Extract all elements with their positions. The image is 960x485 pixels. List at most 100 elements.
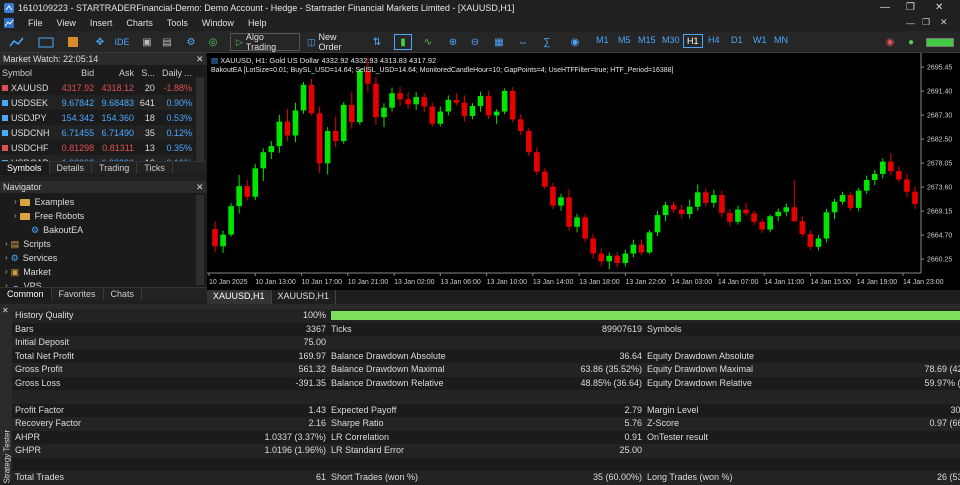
- menu-item-window[interactable]: Window: [202, 18, 234, 28]
- candlestick-icon[interactable]: ▮: [394, 34, 412, 50]
- alerts-icon[interactable]: ◉: [884, 34, 896, 50]
- navigator-scrollbar[interactable]: [196, 195, 204, 285]
- stat-label: Gross Profit: [15, 364, 63, 374]
- tab-symbols[interactable]: Symbols: [0, 162, 50, 174]
- new-chart-icon[interactable]: [8, 34, 28, 50]
- market-watch-scrollbar[interactable]: [196, 77, 204, 161]
- chart-tab[interactable]: XAUUSD,H1: [272, 290, 337, 304]
- col-ask[interactable]: Ask: [96, 65, 136, 80]
- tester-icon[interactable]: ⚙: [184, 34, 198, 50]
- symbol-cell: USDCHF: [0, 140, 56, 155]
- candle-body: [525, 131, 532, 153]
- tf-m15[interactable]: M15: [638, 35, 656, 45]
- mdi-minimize-icon[interactable]: —: [906, 18, 915, 28]
- menu-item-tools[interactable]: Tools: [167, 18, 188, 28]
- navigator-icon[interactable]: ✥: [92, 34, 108, 50]
- ide-button[interactable]: IDE: [112, 34, 132, 50]
- data-window-icon[interactable]: ▤: [160, 34, 174, 50]
- navigator-item[interactable]: › ▣ Market: [0, 265, 196, 279]
- chart-tab[interactable]: XAUUSD,H1: [207, 290, 272, 304]
- tf-w1[interactable]: W1: [753, 35, 767, 45]
- time-tick-label: 13 Jan 10:00: [487, 279, 528, 286]
- menu-item-help[interactable]: Help: [248, 18, 267, 28]
- stat-label: LR Correlation: [331, 431, 390, 442]
- tester-side-bar: ✕ Strategy Tester: [0, 304, 12, 484]
- tf-m1[interactable]: M1: [596, 35, 609, 45]
- candle-body: [485, 95, 492, 116]
- minimize-icon[interactable]: —: [880, 2, 890, 13]
- close-icon[interactable]: ✕: [935, 2, 943, 13]
- navigator-item[interactable]: › ⚙ Services: [0, 251, 196, 265]
- algo-trading-button[interactable]: ▷ Algo Trading: [230, 32, 300, 52]
- chevron-right-icon[interactable]: ›: [14, 195, 17, 209]
- screenshot-icon[interactable]: ◉: [568, 34, 582, 50]
- price-chart[interactable]: 2695.45 2691.40 2687.30 2682.50 2678.05 2673.…: [207, 53, 960, 290]
- navigator-item[interactable]: › ▤ Scripts: [0, 237, 196, 251]
- navigator-close-icon[interactable]: ✕: [196, 182, 204, 193]
- toolbar: ✥ IDE ▣ ▤ ⚙ ◎ ▷ Algo Trading ◫ New Order ⇅…: [0, 31, 960, 53]
- terminal-icon[interactable]: ▣: [140, 34, 154, 50]
- tab-ticks[interactable]: Ticks: [137, 162, 173, 174]
- indicators-icon[interactable]: ∑: [540, 34, 554, 50]
- chevron-right-icon[interactable]: ›: [5, 265, 8, 279]
- table-row[interactable]: XAUUSD 4317.92 4318.12 20 -1.88%: [0, 80, 194, 95]
- tile-windows-icon[interactable]: ▦: [492, 34, 506, 50]
- stat-value: 1.43: [308, 404, 326, 415]
- tab-details[interactable]: Details: [50, 162, 93, 174]
- price-tick-label: 2695.45: [927, 65, 952, 72]
- stat-value: 0.97 (66.80%): [929, 418, 960, 428]
- profiles-icon[interactable]: [36, 34, 56, 50]
- col-spread[interactable]: S...: [136, 65, 157, 80]
- table-row[interactable]: USDCNH 6.71455 6.71490 35 0.12%: [0, 125, 194, 140]
- tester-close-icon[interactable]: ✕: [2, 306, 9, 315]
- col-daily-change[interactable]: Daily ...: [157, 65, 194, 80]
- tf-h1[interactable]: H1: [683, 34, 703, 48]
- candle-body: [574, 217, 580, 227]
- restore-icon[interactable]: ❐: [906, 2, 915, 13]
- menu-item-insert[interactable]: Insert: [90, 18, 113, 28]
- zoom-out-icon[interactable]: ⊖: [468, 34, 482, 50]
- table-row[interactable]: USDCHF 0.81298 0.81311 13 0.35%: [0, 140, 194, 155]
- tab-trading[interactable]: Trading: [92, 162, 138, 174]
- navigator-item[interactable]: › Examples: [0, 195, 196, 209]
- chart-shift-icon[interactable]: ⇔: [516, 34, 530, 50]
- chevron-right-icon[interactable]: ›: [14, 209, 17, 223]
- candlestick-chart[interactable]: 2695.45 2691.40 2687.30 2682.50 2678.05 2673.…: [207, 53, 960, 290]
- stat-label: Total Net Profit: [15, 350, 75, 361]
- zoom-in-icon[interactable]: ⊕: [446, 34, 460, 50]
- tf-mn[interactable]: MN: [774, 35, 788, 45]
- history-quality-bar: [331, 311, 960, 320]
- tf-d1[interactable]: D1: [731, 35, 743, 45]
- mdi-close-icon[interactable]: ✕: [940, 17, 948, 28]
- candle-body: [461, 102, 468, 117]
- navigator-item[interactable]: ⚙ BakoutEA: [0, 223, 196, 237]
- mdi-restore-icon[interactable]: ❐: [922, 17, 930, 28]
- depth-of-market-icon[interactable]: ⇅: [370, 34, 384, 50]
- col-bid[interactable]: Bid: [56, 65, 96, 80]
- menu-item-file[interactable]: File: [28, 18, 43, 28]
- menu-item-view[interactable]: View: [57, 18, 76, 28]
- tab-favorites[interactable]: Favorites: [52, 288, 104, 300]
- candle-body: [783, 207, 790, 212]
- col-symbol[interactable]: Symbol: [0, 65, 56, 80]
- tf-m5[interactable]: M5: [618, 35, 631, 45]
- new-order-button[interactable]: ◫ New Order: [302, 32, 364, 52]
- stat-label: Short Trades (won %): [331, 472, 419, 482]
- account-icon[interactable]: ●: [905, 34, 917, 50]
- tab-chats[interactable]: Chats: [104, 288, 143, 300]
- table-row[interactable]: USDJPY 154.342 154.360 18 0.53%: [0, 110, 194, 125]
- line-chart-icon[interactable]: ∿: [420, 34, 436, 50]
- navigator-item[interactable]: › Free Robots: [0, 209, 196, 223]
- table-row[interactable]: USDSEK 9.67842 9.68483 641 0.90%: [0, 95, 194, 110]
- tf-m30[interactable]: M30: [662, 35, 680, 45]
- chevron-right-icon[interactable]: ›: [5, 251, 8, 265]
- market-watch-icon[interactable]: [66, 34, 80, 50]
- chevron-right-icon[interactable]: ›: [5, 237, 8, 251]
- market-watch-close-icon[interactable]: ✕: [196, 54, 204, 65]
- tab-common[interactable]: Common: [0, 288, 52, 300]
- chart-window-icon: [4, 18, 14, 28]
- candle-body: [381, 107, 387, 118]
- signals-icon[interactable]: ◎: [206, 34, 220, 50]
- tf-h4[interactable]: H4: [708, 35, 720, 45]
- menu-item-charts[interactable]: Charts: [126, 18, 153, 28]
